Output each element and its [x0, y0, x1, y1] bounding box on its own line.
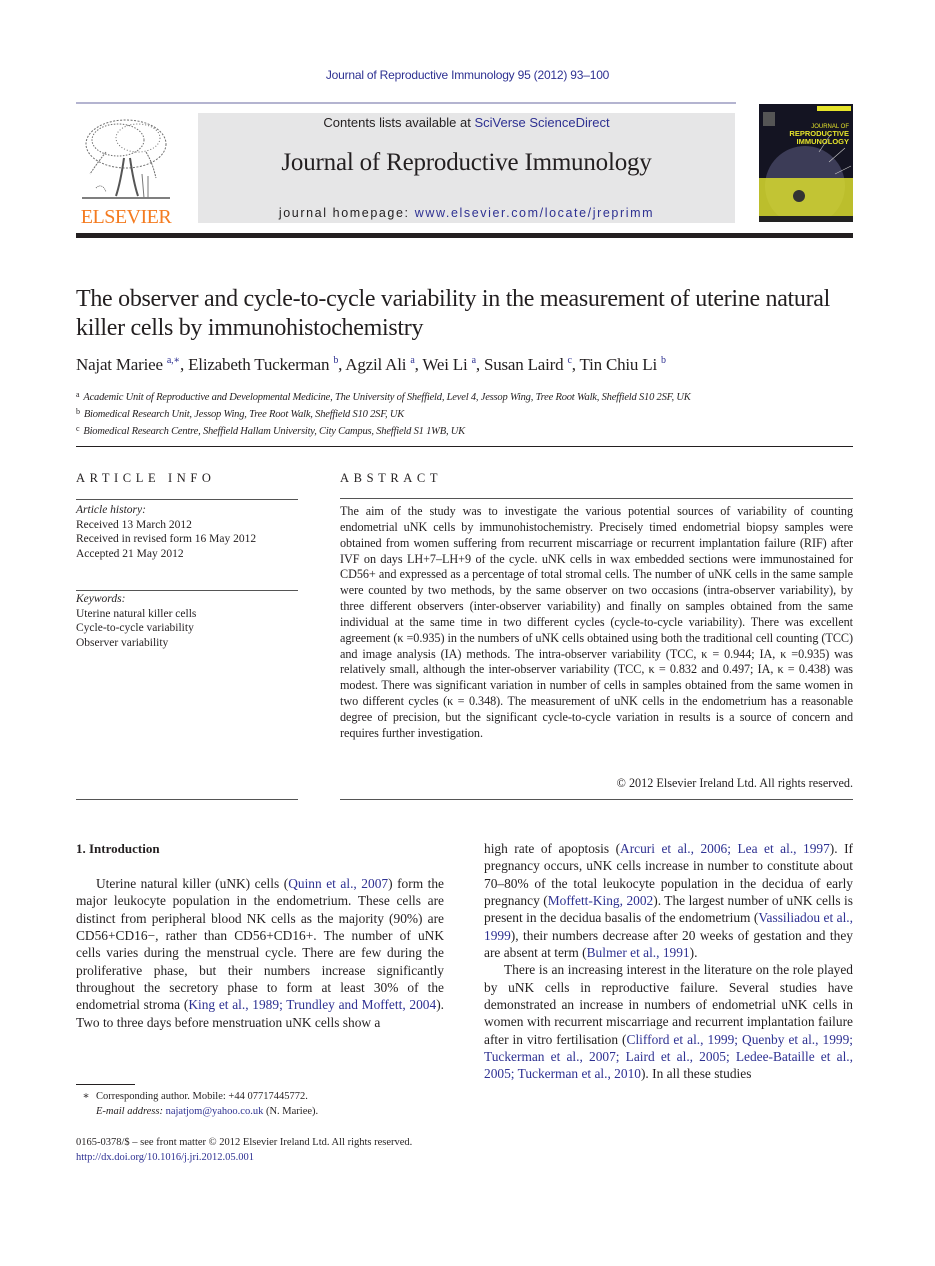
divider [76, 499, 298, 500]
running-head[interactable]: Journal of Reproductive Immunology 95 (2… [0, 68, 935, 82]
sciencedirect-link[interactable]: SciVerse ScienceDirect [474, 115, 609, 130]
doi-link[interactable]: http://dx.doi.org/10.1016/j.jri.2012.05.… [76, 1152, 254, 1163]
affiliation-text: Biomedical Research Unit, Jessop Wing, T… [83, 409, 405, 420]
citation-link[interactable]: Bulmer et al., 1991 [587, 945, 690, 960]
divider [340, 498, 853, 499]
history-item: Received 13 March 2012 [76, 518, 192, 531]
article-info-heading: ARTICLE INFO [76, 471, 216, 485]
history-item: Received in revised form 16 May 2012 [76, 533, 257, 546]
author-name: Susan Laird [483, 355, 568, 374]
body-text: Uterine natural killer (uNK) cells ( [96, 876, 289, 891]
footnote-star: ∗ [82, 1091, 90, 1102]
author-affiliation-marker[interactable]: b [661, 355, 666, 366]
keyword-item: Cycle-to-cycle variability [76, 622, 194, 635]
keywords: Keywords: Uterine natural killer cells C… [76, 592, 306, 650]
contents-prefix: Contents lists available at [323, 115, 475, 130]
abstract-text: The aim of the study was to investigate … [340, 504, 853, 740]
affiliation-text: Academic Unit of Reproductive and Develo… [83, 392, 691, 403]
journal-cover-image[interactable]: JOURNAL OF REPRODUCTIVE IMMUNOLOGY [759, 104, 853, 222]
paragraph: There is an increasing interest in the l… [484, 961, 853, 1082]
corresponding-author-note: ∗ Corresponding author. Mobile: +44 07717… [76, 1089, 476, 1104]
history-label: Article history: [76, 504, 146, 516]
journal-homepage-link[interactable]: www.elsevier.com/locate/jreprimm [415, 206, 654, 220]
email-label: E-mail address: [96, 1106, 163, 1117]
cover-artwork-icon: JOURNAL OF REPRODUCTIVE IMMUNOLOGY [759, 104, 853, 222]
author-name: Elizabeth Tuckerman [188, 355, 334, 374]
keyword-item: Uterine natural killer cells [76, 607, 197, 620]
affiliation-key: a [76, 390, 80, 399]
homepage-prefix: journal homepage: [278, 206, 415, 220]
affiliations: a Academic Unit of Reproductive and Devel… [76, 388, 856, 439]
homepage-line: journal homepage: www.elsevier.com/locat… [198, 206, 735, 220]
author-affiliation-marker[interactable]: a,∗ [167, 355, 180, 366]
affiliation-item: b Biomedical Research Unit, Jessop Wing, … [76, 405, 856, 422]
email-suffix: (N. Mariee). [263, 1106, 319, 1117]
section-heading-introduction: 1. Introduction [76, 841, 160, 856]
article-history: Article history: Received 13 March 2012 … [76, 503, 306, 561]
elsevier-tree-icon [82, 119, 170, 199]
abstract-copyright: © 2012 Elsevier Ireland Ltd. All rights … [616, 776, 853, 790]
author-name: Najat Mariee [76, 355, 167, 374]
author-name: Agzil Ali [345, 355, 411, 374]
body-column-right: high rate of apoptosis (Arcuri et al., 2… [484, 840, 853, 1083]
paragraph: Uterine natural killer (uNK) cells (Quin… [76, 875, 444, 1031]
footnote-rule [76, 1084, 135, 1085]
keywords-label: Keywords: [76, 593, 126, 605]
body-column-left: Uterine natural killer (uNK) cells (Quin… [76, 875, 444, 1031]
masthead-rule [76, 233, 853, 238]
affiliation-key: c [76, 424, 80, 433]
article-title: The observer and cycle-to-cycle variabil… [76, 286, 831, 341]
body-text: high rate of apoptosis ( [484, 841, 621, 856]
contents-line: Contents lists available at SciVerse Sci… [198, 115, 735, 130]
keyword-item: Observer variability [76, 636, 169, 649]
separator: , [180, 355, 189, 374]
affiliation-item: a Academic Unit of Reproductive and Devel… [76, 388, 856, 405]
journal-banner: Contents lists available at SciVerse Sci… [198, 113, 735, 223]
affiliation-key: b [76, 407, 80, 416]
separator: , [475, 355, 484, 374]
affiliation-text: Biomedical Research Centre, Sheffield Ha… [83, 426, 465, 437]
author-email-link[interactable]: najatjom@yahoo.co.uk [166, 1106, 264, 1117]
front-matter-note: 0165-0378/$ – see front matter © 2012 El… [76, 1137, 413, 1148]
divider [76, 446, 853, 447]
separator: , [571, 355, 580, 374]
body-text: ) form the major leukocyte population in… [76, 876, 445, 1013]
elsevier-wordmark: ELSEVIER [80, 206, 172, 228]
body-text: ). [689, 945, 698, 961]
divider [340, 799, 853, 800]
header-rule [76, 102, 736, 104]
divider [76, 590, 298, 591]
citation-link[interactable]: King et al., 1989; Trundley and Moffett,… [188, 997, 436, 1012]
author-list: Najat Mariee a,∗, Elizabeth Tuckerman b,… [76, 355, 856, 375]
author-name: Tin Chiu Li [579, 355, 662, 374]
citation-link[interactable]: Quinn et al., 2007 [288, 876, 388, 891]
paragraph: high rate of apoptosis (Arcuri et al., 2… [484, 840, 853, 961]
journal-title: Journal of Reproductive Immunology [281, 149, 652, 176]
footnote: ∗ Corresponding author. Mobile: +44 07717… [76, 1089, 476, 1119]
body-text: ). In all these studies [640, 1066, 752, 1082]
divider [76, 799, 298, 800]
abstract-heading: ABSTRACT [340, 471, 443, 485]
cover-line3: IMMUNOLOGY [797, 137, 850, 146]
corresponding-text: Corresponding author. Mobile: +44 077174… [96, 1091, 308, 1102]
affiliation-item: c Biomedical Research Centre, Sheffield H… [76, 422, 856, 439]
history-item: Accepted 21 May 2012 [76, 547, 184, 560]
elsevier-logo[interactable]: ELSEVIER [76, 112, 176, 228]
email-line: E-mail address: najatjom@yahoo.co.uk (N.… [76, 1104, 476, 1119]
page-footer: 0165-0378/$ – see front matter © 2012 El… [76, 1135, 516, 1165]
citation-link[interactable]: Moffett-King, 2002 [548, 893, 654, 908]
author-name: Wei Li [422, 355, 472, 374]
citation-link[interactable]: Arcuri et al., 2006; Lea et al., 1997 [620, 841, 830, 856]
